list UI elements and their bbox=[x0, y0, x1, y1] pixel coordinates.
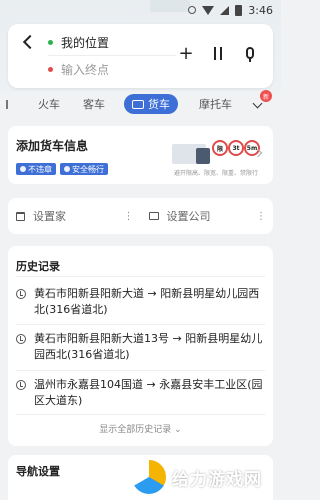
divider bbox=[16, 370, 265, 371]
truck-icon bbox=[132, 99, 144, 109]
history-card: 历史记录 黄石市阳新县阳新大道 → 阳新县明星幼儿园西北(316省道北) 黄石市… bbox=[8, 246, 273, 446]
end-dot-icon bbox=[48, 67, 53, 72]
shield-icon bbox=[64, 166, 70, 172]
show-all-history-button[interactable]: 显示全部历史记录 ⌄ bbox=[8, 422, 273, 435]
wifi-icon bbox=[202, 5, 215, 15]
company-more-icon[interactable]: ⋮ bbox=[256, 211, 266, 222]
truck-info-card[interactable]: 添加货车信息 不违章 安全畅行 限 3t 5m 避开限高、限宽、限重、禁限行 bbox=[8, 126, 273, 184]
history-item[interactable]: 温州市永嘉县104国道 → 永嘉县安丰工业区(园区大道东) bbox=[16, 377, 266, 409]
watermark-text: 给力游戏网 bbox=[172, 469, 262, 490]
tab-truck-label: 货车 bbox=[148, 98, 170, 111]
set-company-button[interactable]: 设置公司 ⋮ bbox=[141, 208, 274, 224]
weight-limit-sign: 3t bbox=[228, 140, 244, 156]
camera-icon bbox=[20, 166, 26, 172]
set-home-button[interactable]: 设置家 ⋮ bbox=[8, 208, 141, 224]
limit-sign: 限 bbox=[212, 140, 228, 156]
plus-icon: + bbox=[178, 42, 194, 64]
start-label: 我的位置 bbox=[61, 35, 110, 50]
divider bbox=[16, 414, 265, 415]
navigation-settings-title: 导航设置 bbox=[16, 465, 60, 478]
tab-truck[interactable]: 货车 bbox=[124, 94, 178, 114]
clock-icon bbox=[16, 380, 26, 390]
home-more-icon[interactable]: ⋮ bbox=[124, 211, 134, 222]
add-waypoint-button[interactable]: + bbox=[177, 42, 195, 64]
route-actions: + bbox=[177, 42, 259, 64]
chip-no-violation-label: 不违章 bbox=[28, 164, 52, 174]
tab-motorcycle-label: 摩托车 bbox=[199, 98, 232, 111]
battery-icon bbox=[235, 4, 243, 16]
start-field[interactable]: 我的位置 bbox=[48, 29, 176, 56]
watermark-logo-icon bbox=[130, 458, 168, 496]
route-inputs: 我的位置 输入终点 bbox=[48, 29, 176, 85]
swap-button[interactable] bbox=[209, 44, 227, 62]
history-item-text: 温州市永嘉县104国道 → 永嘉县安丰工业区(园区大道东) bbox=[34, 378, 263, 407]
divider bbox=[16, 324, 265, 325]
tab-partial[interactable] bbox=[6, 94, 8, 114]
status-bar: 3:46 bbox=[0, 0, 281, 20]
history-item[interactable]: 黄石市阳新县阳新大道13号 → 阳新县明星幼儿园西北(316省道北) bbox=[16, 331, 266, 363]
destination-field[interactable]: 输入终点 bbox=[48, 56, 176, 83]
set-home-label: 设置家 bbox=[33, 210, 66, 223]
set-company-label: 设置公司 bbox=[166, 210, 211, 223]
tab-partial-icon bbox=[6, 99, 8, 109]
chevron-down-icon: ⌄ bbox=[174, 425, 182, 435]
truck-cab-shape bbox=[196, 148, 210, 164]
route-search-card: 我的位置 输入终点 + bbox=[8, 24, 273, 88]
tab-bus-label: 客车 bbox=[83, 98, 105, 111]
swap-icon bbox=[211, 45, 225, 61]
chip-safe-label: 安全畅行 bbox=[72, 164, 104, 174]
truck-illustration: 限 3t 5m bbox=[172, 136, 264, 166]
tab-motorcycle[interactable]: 摩托车 bbox=[199, 94, 232, 114]
location-status-icon bbox=[188, 6, 197, 14]
show-all-history-label: 显示全部历史记录 bbox=[99, 425, 172, 435]
status-time: 3:46 bbox=[248, 3, 273, 17]
destination-placeholder: 输入终点 bbox=[61, 63, 110, 77]
tab-train[interactable]: 火车 bbox=[38, 94, 60, 114]
history-item-text: 黄石市阳新县阳新大道 → 阳新县明星幼儿园西北(316省道北) bbox=[34, 287, 260, 316]
transport-mode-tabs: 火车 客车 货车 摩托车 新 bbox=[0, 90, 281, 116]
truck-chips: 不违章 安全畅行 bbox=[16, 163, 108, 175]
chip-safe: 安全畅行 bbox=[60, 163, 108, 175]
chip-no-violation: 不违章 bbox=[16, 163, 56, 175]
voice-button[interactable] bbox=[241, 44, 259, 62]
clock-icon bbox=[16, 289, 26, 299]
history-item-text: 黄石市阳新县阳新大道13号 → 阳新县明星幼儿园西北(316省道北) bbox=[34, 332, 263, 361]
clock-icon bbox=[16, 334, 26, 344]
back-button[interactable] bbox=[18, 32, 38, 52]
new-badge: 新 bbox=[260, 90, 272, 102]
tab-train-label: 火车 bbox=[38, 98, 60, 111]
tab-bus[interactable]: 客车 bbox=[83, 94, 105, 114]
microphone-icon bbox=[246, 47, 254, 62]
truck-info-title: 添加货车信息 bbox=[16, 139, 89, 153]
briefcase-icon bbox=[148, 212, 159, 220]
start-dot-icon bbox=[48, 39, 53, 45]
divider bbox=[16, 276, 265, 277]
watermark: 给力游戏网 bbox=[130, 458, 262, 496]
home-icon bbox=[16, 211, 25, 221]
history-item[interactable]: 黄石市阳新县阳新大道 → 阳新县明星幼儿园西北(316省道北) bbox=[16, 286, 266, 318]
saved-places-card: 设置家 ⋮ 设置公司 ⋮ bbox=[8, 198, 273, 234]
signal-icon bbox=[220, 5, 230, 15]
history-title: 历史记录 bbox=[16, 260, 60, 273]
truck-caption: 避开限高、限宽、限重、禁限行 bbox=[174, 170, 259, 177]
